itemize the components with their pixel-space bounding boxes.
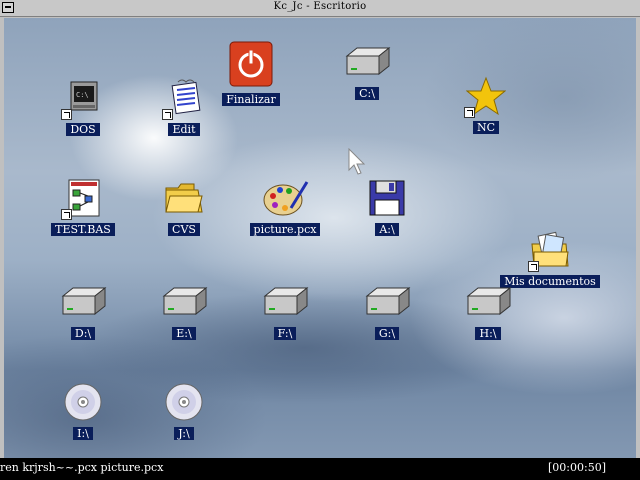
status-clock: [00:00:50]	[548, 461, 606, 474]
desktop-window: Kc_Jc - Escritorio C:\ DOS Edit Finaliza…	[0, 0, 640, 458]
desktop-icon-test-bas[interactable]: TEST.BAS	[38, 178, 128, 237]
svg-text:C:\: C:\	[76, 91, 89, 99]
hard-drive-icon	[261, 282, 309, 322]
edit-notepad-icon	[162, 78, 204, 120]
icon-label: G:\	[374, 327, 400, 340]
desktop-icon-drive-c[interactable]: C:\	[322, 42, 412, 101]
shortcut-arrow-icon	[61, 209, 72, 220]
icon-label: DOS	[66, 123, 100, 136]
power-off-icon	[229, 40, 273, 88]
icon-label: E:\	[172, 327, 196, 340]
icon-label: H:\	[475, 327, 501, 340]
floppy-disk-icon	[367, 178, 407, 218]
desktop-icon-nc[interactable]: NC	[441, 76, 531, 135]
desktop-icon-drive-h[interactable]: H:\	[443, 282, 533, 341]
shortcut-arrow-icon	[464, 107, 475, 118]
hard-drive-icon	[464, 282, 512, 322]
icon-label: C:\	[355, 87, 379, 100]
status-bar: ren krjrsh~~.pcx picture.pcx [00:00:50]	[0, 458, 640, 480]
desktop-icon-drive-d[interactable]: D:\	[38, 282, 128, 341]
icon-label: J:\	[174, 427, 194, 440]
icon-label: D:\	[70, 327, 96, 340]
icon-label: Finalizar	[222, 93, 280, 106]
cd-rom-icon	[164, 382, 204, 422]
icon-label: I:\	[73, 427, 93, 440]
hard-drive-icon	[363, 282, 411, 322]
star-icon	[464, 76, 507, 118]
desktop-icon-finalizar[interactable]: Finalizar	[206, 40, 296, 107]
desktop-area[interactable]: C:\ DOS Edit Finalizar C:\ NC TEST.BAS C…	[4, 18, 636, 458]
folder-icon	[164, 178, 204, 218]
cd-rom-icon	[63, 382, 103, 422]
icon-label: picture.pcx	[249, 223, 321, 236]
icon-label: TEST.BAS	[51, 223, 115, 236]
mouse-pointer-icon	[348, 147, 368, 180]
hard-drive-icon	[343, 42, 391, 82]
icon-label: F:\	[273, 327, 297, 340]
desktop-icon-dos[interactable]: C:\ DOS	[38, 78, 128, 137]
icon-label: NC	[472, 121, 500, 134]
title-bar[interactable]: Kc_Jc - Escritorio	[0, 0, 640, 17]
documents-folder-icon	[528, 230, 570, 272]
flowchart-icon	[61, 178, 103, 220]
shortcut-arrow-icon	[528, 261, 539, 272]
desktop-icon-drive-e[interactable]: E:\	[139, 282, 229, 341]
desktop-icon-drive-j[interactable]: J:\	[139, 382, 229, 441]
hard-drive-icon	[59, 282, 107, 322]
desktop-icon-drive-g[interactable]: G:\	[342, 282, 432, 341]
icon-label: A:\	[375, 223, 399, 236]
paint-palette-icon	[261, 178, 309, 218]
shortcut-arrow-icon	[61, 109, 72, 120]
shortcut-arrow-icon	[162, 109, 173, 120]
desktop-icon-mis-documentos[interactable]: Mis documentos	[495, 230, 605, 289]
desktop-icon-cvs[interactable]: CVS	[139, 178, 229, 237]
hard-drive-icon	[160, 282, 208, 322]
icon-label: CVS	[168, 223, 200, 236]
window-title: Kc_Jc - Escritorio	[273, 1, 367, 12]
desktop-icon-drive-f[interactable]: F:\	[240, 282, 330, 341]
dos-window-icon: C:\	[61, 78, 103, 120]
icon-label: Edit	[168, 123, 200, 136]
desktop-icon-drive-i[interactable]: I:\	[38, 382, 128, 441]
desktop-icon-picture-pcx[interactable]: picture.pcx	[240, 178, 330, 237]
desktop-icon-drive-a[interactable]: A:\	[342, 178, 432, 237]
status-command-text: ren krjrsh~~.pcx picture.pcx	[0, 461, 164, 474]
